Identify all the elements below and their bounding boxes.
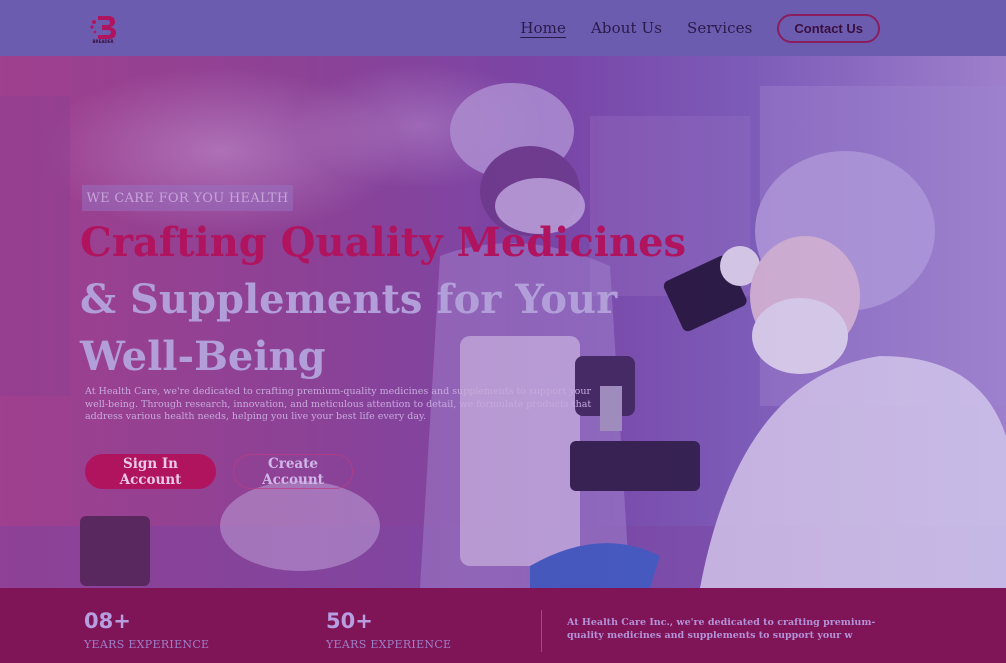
hero-section: WE CARE FOR YOU HEALTH Crafting Quality …: [0, 56, 1006, 588]
stat-label: YEARS EXPERIENCE: [326, 638, 452, 651]
logo-icon: BREADER: [90, 16, 116, 44]
stats-divider: [541, 610, 542, 652]
stats-summary-text: At Health Care Inc., we're dedicated to …: [567, 617, 876, 641]
stat-number: 08+: [84, 609, 131, 633]
brand-logo[interactable]: BREADER: [86, 10, 120, 44]
nav-link-about-us[interactable]: About Us: [591, 19, 662, 37]
contact-us-button[interactable]: Contact Us: [777, 13, 880, 43]
nav-link-services[interactable]: Services: [687, 19, 752, 37]
stat-item: 50+ YEARS EXPERIENCE: [326, 608, 451, 651]
logo-wordmark: BREADER: [92, 39, 113, 44]
stat-label: YEARS EXPERIENCE: [84, 638, 210, 651]
navbar: BREADER Home About Us Services Contact U…: [0, 0, 1006, 56]
landing-page: BREADER Home About Us Services Contact U…: [0, 0, 1006, 663]
nav-link-home[interactable]: Home: [520, 19, 566, 37]
create-account-button[interactable]: Create Account: [233, 454, 353, 489]
stat-item: 08+ YEARS EXPERIENCE: [84, 608, 209, 651]
nav-menu: Home About Us Services Contact Us: [520, 0, 880, 56]
sign-in-account-button[interactable]: Sign In Account: [85, 454, 216, 489]
headline-line-3: Well-Being: [80, 333, 326, 380]
headline-line-1: Crafting Quality Medicines: [80, 219, 687, 266]
hero-description: At Health Care, we're dedicated to craft…: [85, 386, 592, 422]
stat-number: 50+: [326, 609, 373, 633]
headline-line-2: & Supplements for Your: [80, 276, 618, 323]
stats-bar: 08+ YEARS EXPERIENCE 50+ YEARS EXPERIENC…: [0, 588, 1006, 663]
hero-tagline: WE CARE FOR YOU HEALTH: [82, 185, 293, 211]
hero-headline: Crafting Quality Medicines & Supplements…: [80, 214, 700, 385]
